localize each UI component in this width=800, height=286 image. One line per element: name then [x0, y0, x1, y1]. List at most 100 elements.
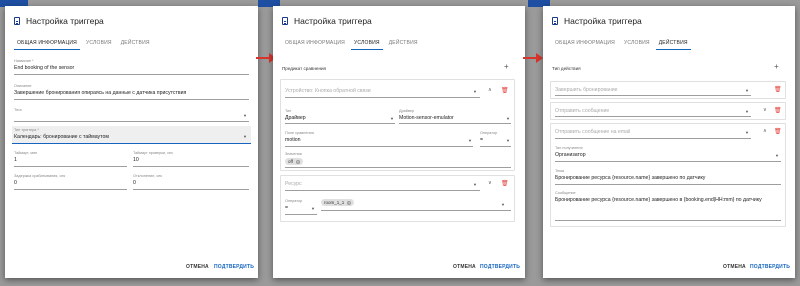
recipient-type-underline [555, 161, 781, 162]
compare-field-underline [285, 146, 473, 147]
add-action-button[interactable]: + [774, 62, 779, 71]
action-select[interactable]: Отправить сообщение [555, 108, 609, 114]
recipient-type-label: Тип получателя [555, 146, 583, 150]
chevron-down-icon[interactable]: ▼ [311, 206, 315, 211]
dialog-title: Настройка триггера [564, 16, 642, 26]
subject-label: Тема [555, 169, 564, 173]
chevron-down-icon[interactable]: ▼ [473, 182, 477, 187]
operator-select[interactable]: = [285, 205, 288, 211]
trigger-dialog-actions: Настройка триггера Общая информация Усло… [543, 6, 795, 278]
chevron-down-icon[interactable]: ▼ [390, 116, 394, 121]
add-predicate-button[interactable]: + [504, 62, 509, 71]
timeout-field[interactable]: 1 [14, 157, 17, 163]
dialog-title: Настройка триггера [26, 16, 104, 26]
confirm-button[interactable]: Подтвердить [214, 264, 254, 270]
chevron-down-icon[interactable]: ▼ [745, 88, 749, 93]
check-timeout-field[interactable]: 10 [133, 157, 139, 163]
type-select[interactable]: Драйвер [285, 115, 306, 121]
close-icon[interactable]: × [347, 200, 352, 205]
driver-label: Драйвер [399, 109, 415, 113]
close-icon[interactable]: × [295, 159, 300, 164]
timeout-label: Таймаут, мин [14, 151, 38, 155]
deviation-field[interactable]: 0 [133, 180, 136, 186]
chevron-down-icon[interactable]: ▼ [243, 113, 247, 118]
chevron-down-icon[interactable]: ▼ [745, 130, 749, 135]
chevron-down-icon[interactable]: ▼ [501, 202, 505, 207]
tab-general[interactable]: Общая информация [14, 40, 80, 50]
tab-general[interactable]: Общая информация [552, 40, 618, 50]
chevron-down-icon[interactable]: ▼ [468, 138, 472, 143]
description-underline [14, 99, 249, 100]
group-label: Тега [14, 108, 22, 112]
chevron-down-icon[interactable]: ∨ [488, 180, 492, 186]
action-select[interactable]: Завершить бронирование [555, 87, 618, 93]
trigger-type-select[interactable]: Календарь: бронирование с таймаутом [14, 134, 109, 140]
chevron-down-icon[interactable]: ▼ [775, 153, 779, 158]
trigger-type-label: Тип триггера * [14, 128, 39, 132]
resource-select[interactable]: Ресурс [285, 181, 302, 187]
chevron-up-icon[interactable]: ∧ [763, 128, 767, 134]
tab-conditions[interactable]: Условия [621, 40, 653, 50]
chevron-up-icon[interactable]: ∧ [488, 87, 492, 93]
description-field[interactable]: Завершение бронирования опираясь на данн… [14, 90, 186, 96]
activation-delay-underline [14, 189, 127, 190]
values-label: Значения [285, 152, 302, 156]
trigger-dialog-conditions: Настройка триггера Общая информация Усло… [273, 6, 525, 278]
chevron-down-icon[interactable]: ∨ [763, 107, 767, 113]
trash-icon[interactable]: 🗑 [774, 86, 782, 93]
chevron-down-icon[interactable]: ▼ [473, 89, 477, 94]
trash-icon[interactable]: 🗑 [774, 107, 782, 114]
recipient-type-select[interactable]: Организатор [555, 152, 586, 158]
chip-label: room_1_1 [324, 200, 345, 205]
confirm-button[interactable]: Подтвердить [750, 264, 790, 270]
trash-icon[interactable]: 🗑 [501, 87, 509, 94]
dialog-header: Настройка триггера [552, 16, 642, 26]
tab-actions[interactable]: Действия [118, 40, 153, 50]
chevron-down-icon[interactable]: ▼ [506, 138, 510, 143]
cancel-button[interactable]: Отмена [723, 264, 746, 270]
name-label: Название * [14, 59, 34, 63]
message-underline [555, 220, 781, 221]
value-chip[interactable]: off × [285, 158, 303, 165]
check-timeout-underline [133, 166, 249, 167]
tab-actions[interactable]: Действия [386, 40, 421, 50]
timeout-underline [14, 166, 127, 167]
device-select[interactable]: Устройство: Кнопка обратной связи [285, 88, 371, 94]
values-underline [285, 167, 511, 168]
trash-icon[interactable]: 🗑 [501, 180, 509, 187]
subject-field[interactable]: Бронирование ресурса {resource.name} зав… [555, 175, 705, 181]
name-field[interactable]: End booking of the sensor [14, 65, 74, 71]
driver-select[interactable]: Motion-sensor-emulator [399, 115, 454, 121]
check-timeout-label: Таймаут проверки, сек [133, 151, 173, 155]
document-icon [14, 17, 20, 25]
operator-underline [480, 146, 511, 147]
resource-values-underline [321, 210, 511, 211]
driver-underline [399, 123, 511, 124]
chevron-down-icon[interactable]: ▼ [506, 116, 510, 121]
resource-underline [285, 190, 480, 191]
chevron-down-icon[interactable]: ▼ [243, 134, 247, 139]
message-field[interactable]: Бронирование ресурса {resource.name} зав… [555, 197, 762, 203]
arrow-right-icon [523, 53, 543, 63]
trash-icon[interactable]: 🗑 [774, 128, 782, 135]
device-underline [285, 97, 480, 98]
tab-bar: Общая информация Условия Действия [552, 40, 694, 50]
tab-conditions[interactable]: Условия [350, 40, 383, 50]
cancel-button[interactable]: Отмена [453, 264, 476, 270]
dialog-title: Настройка триггера [294, 16, 372, 26]
tab-bar: Общая информация Условия Действия [14, 40, 156, 50]
confirm-button[interactable]: Подтвердить [480, 264, 520, 270]
tab-general[interactable]: Общая информация [282, 40, 348, 50]
action-underline [555, 116, 751, 117]
resource-chip[interactable]: room_1_1 × [321, 199, 355, 206]
dialog-header: Настройка триггера [282, 16, 372, 26]
chevron-down-icon[interactable]: ▼ [745, 109, 749, 114]
activation-delay-field[interactable]: 0 [14, 180, 17, 186]
compare-field-select[interactable]: motion [285, 137, 301, 143]
action-select[interactable]: Отправить сообщение на email [555, 129, 630, 135]
cancel-button[interactable]: Отмена [186, 264, 209, 270]
document-icon [552, 17, 558, 25]
tab-conditions[interactable]: Условия [83, 40, 115, 50]
tab-actions[interactable]: Действия [655, 40, 691, 50]
operator-select[interactable]: = [480, 137, 483, 143]
